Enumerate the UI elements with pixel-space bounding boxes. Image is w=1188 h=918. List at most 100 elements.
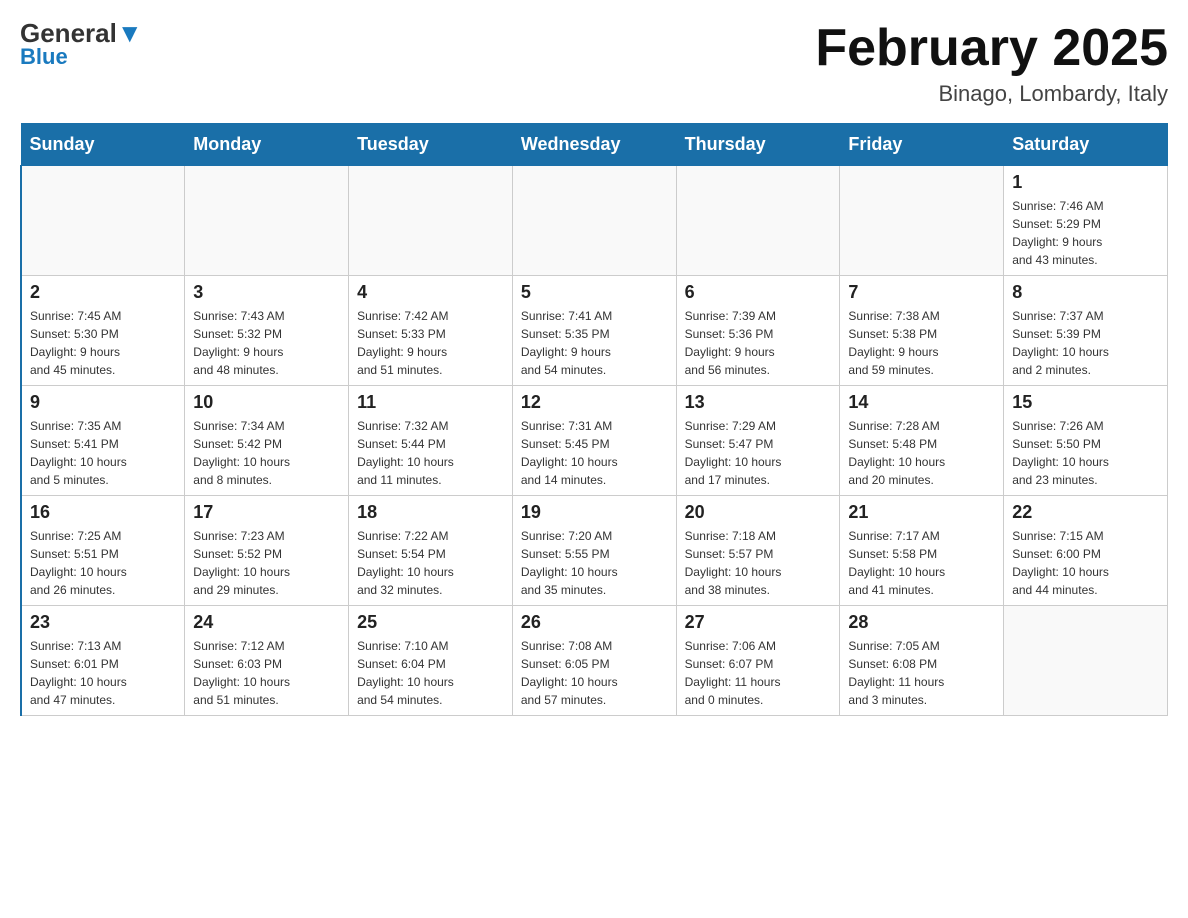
calendar-cell: 20Sunrise: 7:18 AMSunset: 5:57 PMDayligh… <box>676 496 840 606</box>
day-info: Sunrise: 7:15 AMSunset: 6:00 PMDaylight:… <box>1012 527 1159 599</box>
calendar-header-row: SundayMondayTuesdayWednesdayThursdayFrid… <box>21 124 1168 166</box>
day-number: 12 <box>521 392 668 413</box>
header-friday: Friday <box>840 124 1004 166</box>
day-info: Sunrise: 7:31 AMSunset: 5:45 PMDaylight:… <box>521 417 668 489</box>
day-number: 18 <box>357 502 504 523</box>
day-number: 15 <box>1012 392 1159 413</box>
calendar-cell: 2 Sunrise: 7:45 AMSunset: 5:30 PMDaylight… <box>21 276 185 386</box>
header-wednesday: Wednesday <box>512 124 676 166</box>
header-sunday: Sunday <box>21 124 185 166</box>
calendar-cell <box>1004 606 1168 716</box>
week-row-5: 23 Sunrise: 7:13 AMSunset: 6:01 PMDayligh… <box>21 606 1168 716</box>
day-info: Sunrise: 7:12 AMSunset: 6:03 PMDaylight:… <box>193 637 340 709</box>
day-info: Sunrise: 7:20 AMSunset: 5:55 PMDaylight:… <box>521 527 668 599</box>
day-number: 3 <box>193 282 340 303</box>
day-info: Sunrise: 7:17 AMSunset: 5:58 PMDaylight:… <box>848 527 995 599</box>
day-info: Sunrise: 7:38 AMSunset: 5:38 PMDaylight:… <box>848 307 995 379</box>
week-row-3: 9 Sunrise: 7:35 AMSunset: 5:41 PMDaylight… <box>21 386 1168 496</box>
header-tuesday: Tuesday <box>349 124 513 166</box>
day-number: 23 <box>30 612 176 633</box>
calendar-cell <box>185 166 349 276</box>
calendar-cell: 23 Sunrise: 7:13 AMSunset: 6:01 PMDayligh… <box>21 606 185 716</box>
day-info: Sunrise: 7:35 AMSunset: 5:41 PMDaylight:… <box>30 417 176 489</box>
day-number: 14 <box>848 392 995 413</box>
day-number: 25 <box>357 612 504 633</box>
calendar-cell: 26 Sunrise: 7:08 AMSunset: 6:05 PMDayligh… <box>512 606 676 716</box>
day-info: Sunrise: 7:23 AMSunset: 5:52 PMDaylight:… <box>193 527 340 599</box>
calendar-cell <box>840 166 1004 276</box>
day-number: 28 <box>848 612 995 633</box>
day-number: 8 <box>1012 282 1159 303</box>
day-info: Sunrise: 7:29 AMSunset: 5:47 PMDaylight:… <box>685 417 832 489</box>
day-number: 16 <box>30 502 176 523</box>
calendar-cell: 14 Sunrise: 7:28 AMSunset: 5:48 PMDayligh… <box>840 386 1004 496</box>
day-info: Sunrise: 7:28 AMSunset: 5:48 PMDaylight:… <box>848 417 995 489</box>
calendar-table: SundayMondayTuesdayWednesdayThursdayFrid… <box>20 123 1168 716</box>
day-number: 22 <box>1012 502 1159 523</box>
day-number: 26 <box>521 612 668 633</box>
calendar-cell: 6Sunrise: 7:39 AMSunset: 5:36 PMDaylight… <box>676 276 840 386</box>
page-header: General▼ Blue February 2025 Binago, Lomb… <box>20 20 1168 107</box>
day-info: Sunrise: 7:42 AMSunset: 5:33 PMDaylight:… <box>357 307 504 379</box>
calendar-cell: 9 Sunrise: 7:35 AMSunset: 5:41 PMDaylight… <box>21 386 185 496</box>
day-number: 27 <box>685 612 832 633</box>
calendar-cell: 17Sunrise: 7:23 AMSunset: 5:52 PMDayligh… <box>185 496 349 606</box>
day-info: Sunrise: 7:43 AMSunset: 5:32 PMDaylight:… <box>193 307 340 379</box>
calendar-cell: 12 Sunrise: 7:31 AMSunset: 5:45 PMDayligh… <box>512 386 676 496</box>
calendar-cell: 19 Sunrise: 7:20 AMSunset: 5:55 PMDayligh… <box>512 496 676 606</box>
day-info: Sunrise: 7:26 AMSunset: 5:50 PMDaylight:… <box>1012 417 1159 489</box>
calendar-cell <box>21 166 185 276</box>
calendar-cell: 11 Sunrise: 7:32 AMSunset: 5:44 PMDayligh… <box>349 386 513 496</box>
calendar-cell <box>349 166 513 276</box>
day-number: 19 <box>521 502 668 523</box>
title-section: February 2025 Binago, Lombardy, Italy <box>815 20 1168 107</box>
day-info: Sunrise: 7:06 AMSunset: 6:07 PMDaylight:… <box>685 637 832 709</box>
calendar-cell: 22 Sunrise: 7:15 AMSunset: 6:00 PMDayligh… <box>1004 496 1168 606</box>
calendar-cell: 25 Sunrise: 7:10 AMSunset: 6:04 PMDayligh… <box>349 606 513 716</box>
logo-general-text: General▼ <box>20 20 143 46</box>
month-title: February 2025 <box>815 20 1168 77</box>
week-row-1: 1 Sunrise: 7:46 AMSunset: 5:29 PMDaylight… <box>21 166 1168 276</box>
day-info: Sunrise: 7:10 AMSunset: 6:04 PMDaylight:… <box>357 637 504 709</box>
day-number: 13 <box>685 392 832 413</box>
day-info: Sunrise: 7:22 AMSunset: 5:54 PMDaylight:… <box>357 527 504 599</box>
calendar-cell: 4Sunrise: 7:42 AMSunset: 5:33 PMDaylight… <box>349 276 513 386</box>
day-number: 2 <box>30 282 176 303</box>
day-number: 5 <box>521 282 668 303</box>
calendar-cell: 15 Sunrise: 7:26 AMSunset: 5:50 PMDayligh… <box>1004 386 1168 496</box>
day-info: Sunrise: 7:45 AMSunset: 5:30 PMDaylight:… <box>30 307 176 379</box>
day-info: Sunrise: 7:34 AMSunset: 5:42 PMDaylight:… <box>193 417 340 489</box>
calendar-cell: 21Sunrise: 7:17 AMSunset: 5:58 PMDayligh… <box>840 496 1004 606</box>
logo: General▼ Blue <box>20 20 143 70</box>
day-info: Sunrise: 7:46 AMSunset: 5:29 PMDaylight:… <box>1012 197 1159 269</box>
calendar-cell: 27 Sunrise: 7:06 AMSunset: 6:07 PMDayligh… <box>676 606 840 716</box>
header-saturday: Saturday <box>1004 124 1168 166</box>
calendar-cell: 16 Sunrise: 7:25 AMSunset: 5:51 PMDayligh… <box>21 496 185 606</box>
day-info: Sunrise: 7:32 AMSunset: 5:44 PMDaylight:… <box>357 417 504 489</box>
calendar-cell: 8 Sunrise: 7:37 AMSunset: 5:39 PMDaylight… <box>1004 276 1168 386</box>
day-info: Sunrise: 7:18 AMSunset: 5:57 PMDaylight:… <box>685 527 832 599</box>
logo-blue-text: Blue <box>20 44 68 70</box>
calendar-cell <box>512 166 676 276</box>
week-row-2: 2 Sunrise: 7:45 AMSunset: 5:30 PMDaylight… <box>21 276 1168 386</box>
day-info: Sunrise: 7:37 AMSunset: 5:39 PMDaylight:… <box>1012 307 1159 379</box>
calendar-cell: 18 Sunrise: 7:22 AMSunset: 5:54 PMDayligh… <box>349 496 513 606</box>
header-thursday: Thursday <box>676 124 840 166</box>
calendar-cell <box>676 166 840 276</box>
calendar-cell: 24 Sunrise: 7:12 AMSunset: 6:03 PMDayligh… <box>185 606 349 716</box>
day-info: Sunrise: 7:25 AMSunset: 5:51 PMDaylight:… <box>30 527 176 599</box>
day-info: Sunrise: 7:05 AMSunset: 6:08 PMDaylight:… <box>848 637 995 709</box>
day-number: 24 <box>193 612 340 633</box>
calendar-cell: 28 Sunrise: 7:05 AMSunset: 6:08 PMDayligh… <box>840 606 1004 716</box>
day-info: Sunrise: 7:08 AMSunset: 6:05 PMDaylight:… <box>521 637 668 709</box>
calendar-cell: 13 Sunrise: 7:29 AMSunset: 5:47 PMDayligh… <box>676 386 840 496</box>
calendar-cell: 10Sunrise: 7:34 AMSunset: 5:42 PMDayligh… <box>185 386 349 496</box>
day-info: Sunrise: 7:41 AMSunset: 5:35 PMDaylight:… <box>521 307 668 379</box>
day-info: Sunrise: 7:13 AMSunset: 6:01 PMDaylight:… <box>30 637 176 709</box>
header-monday: Monday <box>185 124 349 166</box>
day-number: 1 <box>1012 172 1159 193</box>
day-info: Sunrise: 7:39 AMSunset: 5:36 PMDaylight:… <box>685 307 832 379</box>
day-number: 9 <box>30 392 176 413</box>
location: Binago, Lombardy, Italy <box>815 81 1168 107</box>
day-number: 11 <box>357 392 504 413</box>
